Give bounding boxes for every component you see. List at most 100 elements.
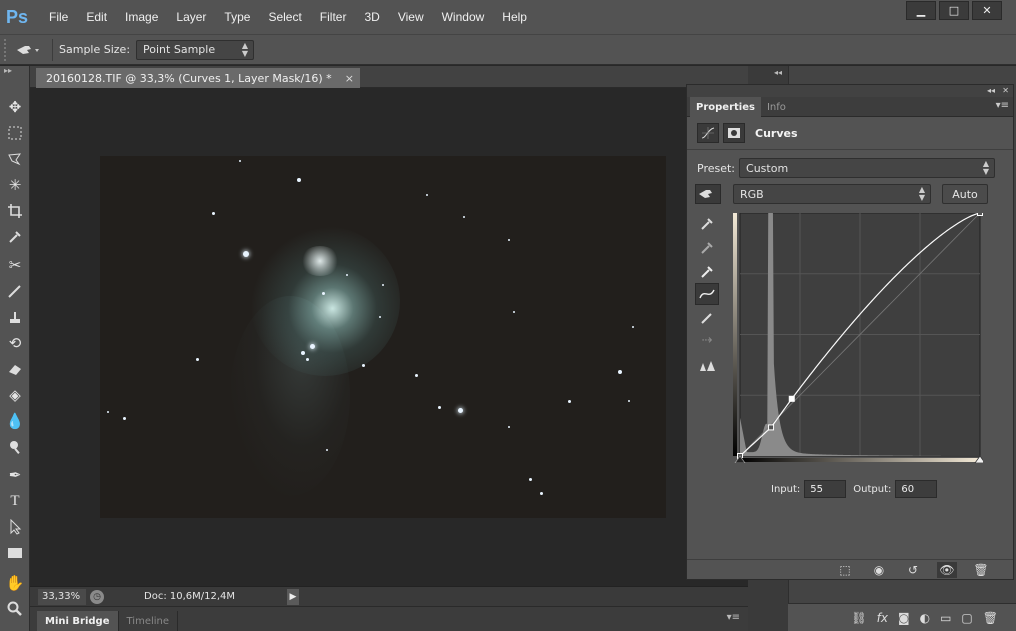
spot-healing-tool-icon[interactable]: ✂ xyxy=(3,254,27,276)
smooth-curve-icon[interactable]: ⇢ xyxy=(695,329,719,351)
reset-adjustment-icon[interactable]: ↺ xyxy=(903,562,923,578)
targeted-adjustment-tool-icon[interactable] xyxy=(695,184,721,204)
properties-divider xyxy=(687,149,1013,150)
status-menu-arrow-icon[interactable]: ▶ xyxy=(287,588,299,605)
curves-svg[interactable] xyxy=(733,210,986,464)
clipping-warning-icon[interactable] xyxy=(695,355,719,377)
photoshop-logo: Ps xyxy=(5,6,29,27)
star xyxy=(362,364,365,367)
menu-file[interactable]: File xyxy=(40,10,77,24)
star xyxy=(415,374,418,377)
panel-collapse-icon[interactable]: ◂◂ xyxy=(987,86,995,95)
rectangular-marquee-tool-icon[interactable] xyxy=(3,122,27,144)
sample-shadows-eyedropper-icon[interactable] xyxy=(695,213,719,235)
layer-mask-icon[interactable] xyxy=(723,123,745,143)
document-tab-bar: 20160128.TIF @ 33,3% (Curves 1, Layer Ma… xyxy=(30,66,748,88)
menu-image[interactable]: Image xyxy=(116,10,167,24)
star xyxy=(297,178,301,182)
properties-footer: ⬚ ◉ ↺ 👁 🗑 xyxy=(687,559,1013,579)
zoom-tool-icon[interactable] xyxy=(3,598,27,620)
dock-collapse-icon[interactable]: ◂◂ xyxy=(774,68,782,77)
tab-timeline[interactable]: Timeline xyxy=(119,611,179,631)
paint-bucket-tool-icon[interactable]: ◈ xyxy=(3,384,27,406)
document-close-icon[interactable]: × xyxy=(345,72,354,85)
status-share-icon[interactable]: ◷ xyxy=(90,589,104,604)
nebula-bright-center xyxy=(300,246,340,276)
clone-stamp-tool-icon[interactable] xyxy=(3,306,27,328)
window-controls: ▁ □ ✕ xyxy=(906,1,1002,20)
star xyxy=(508,426,510,428)
menu-layer[interactable]: Layer xyxy=(167,10,215,24)
delete-layer-icon[interactable]: 🗑 xyxy=(983,611,998,625)
curves-graph[interactable] xyxy=(733,210,986,464)
menu-window[interactable]: Window xyxy=(433,10,494,24)
history-brush-tool-icon[interactable]: ⟲ xyxy=(3,332,27,354)
brush-tool-icon[interactable] xyxy=(3,280,27,302)
properties-menu-icon[interactable]: ▾≡ xyxy=(996,100,1009,111)
new-layer-icon[interactable]: ▢ xyxy=(961,611,972,625)
menu-3d[interactable]: 3D xyxy=(355,10,388,24)
edit-points-curve-icon[interactable] xyxy=(695,283,719,305)
add-mask-icon[interactable]: ◙ xyxy=(898,611,910,625)
star xyxy=(107,411,109,413)
eraser-tool-icon[interactable] xyxy=(3,358,27,380)
bottom-panel-menu-icon[interactable]: ▾≡ xyxy=(727,612,740,623)
curves-adjustment-icon[interactable] xyxy=(697,123,719,143)
tab-info[interactable]: Info xyxy=(761,97,792,117)
menu-filter[interactable]: Filter xyxy=(311,10,356,24)
blur-tool-icon[interactable]: 💧 xyxy=(3,410,27,432)
sample-highlights-eyedropper-icon[interactable] xyxy=(695,261,719,283)
preset-select[interactable]: Custom ▲ ▼ xyxy=(739,158,996,178)
menu-edit[interactable]: Edit xyxy=(77,10,116,24)
document-tab[interactable]: 20160128.TIF @ 33,3% (Curves 1, Layer Ma… xyxy=(36,68,360,88)
layer-style-icon[interactable]: fx xyxy=(877,611,888,625)
menu-select[interactable]: Select xyxy=(259,10,310,24)
path-selection-tool-icon[interactable] xyxy=(3,516,27,538)
tool-preset-picker[interactable] xyxy=(10,39,46,61)
minimize-button[interactable]: ▁ xyxy=(906,1,936,20)
tools-collapse-icon[interactable]: ▸▸ xyxy=(0,66,29,80)
menu-help[interactable]: Help xyxy=(493,10,536,24)
star xyxy=(243,251,249,257)
input-output-row: Input: 55 Output: 60 xyxy=(771,480,944,498)
type-tool-icon[interactable]: T xyxy=(3,490,27,512)
status-bar: 33,33% ◷ Doc: 10,6M/12,4M ▶ xyxy=(30,586,748,606)
dodge-tool-icon[interactable] xyxy=(3,436,27,458)
properties-titlebar[interactable]: ◂◂ ✕ xyxy=(687,85,1013,97)
canvas-area[interactable] xyxy=(30,88,748,586)
auto-button[interactable]: Auto xyxy=(942,184,988,204)
draw-curve-pencil-icon[interactable] xyxy=(695,307,719,329)
channel-select[interactable]: RGB ▲ ▼ xyxy=(733,184,931,204)
maximize-button[interactable]: □ xyxy=(939,1,969,20)
delete-adjustment-icon[interactable]: 🗑 xyxy=(971,562,991,578)
new-group-icon[interactable]: ▭ xyxy=(940,611,951,625)
close-button[interactable]: ✕ xyxy=(972,1,1002,20)
image-canvas[interactable] xyxy=(100,156,666,518)
menu-type[interactable]: Type xyxy=(215,10,259,24)
rectangle-tool-icon[interactable] xyxy=(3,542,27,564)
panel-close-icon[interactable]: ✕ xyxy=(1002,86,1009,95)
sample-size-select[interactable]: Point Sample ▲ ▼ xyxy=(136,39,255,60)
move-tool-icon[interactable]: ✥ xyxy=(3,96,27,118)
zoom-level-field[interactable]: 33,33% xyxy=(38,588,86,605)
pen-tool-icon[interactable]: ✒ xyxy=(3,464,27,486)
view-previous-state-icon[interactable]: ◉ xyxy=(869,562,889,578)
eyedropper-tool-icon[interactable] xyxy=(3,226,27,248)
adjustment-layer-icon[interactable]: ◐ xyxy=(920,611,930,625)
crop-tool-icon[interactable] xyxy=(3,200,27,222)
tab-mini-bridge[interactable]: Mini Bridge xyxy=(37,611,119,631)
input-label: Input: xyxy=(771,483,801,495)
output-field[interactable]: 60 xyxy=(895,480,938,498)
star xyxy=(463,216,465,218)
hand-tool-icon[interactable]: ✋ xyxy=(3,572,27,594)
tab-properties[interactable]: Properties xyxy=(690,97,761,117)
doc-size-info[interactable]: Doc: 10,6M/12,4M xyxy=(144,589,284,605)
input-field[interactable]: 55 xyxy=(804,480,847,498)
link-layers-icon[interactable]: ⛓ xyxy=(851,611,866,625)
magic-wand-tool-icon[interactable]: ✳ xyxy=(3,174,27,196)
clip-to-layer-icon[interactable]: ⬚ xyxy=(835,562,855,578)
lasso-tool-icon[interactable] xyxy=(3,148,27,170)
sample-midtones-eyedropper-icon[interactable] xyxy=(695,237,719,259)
menu-view[interactable]: View xyxy=(389,10,433,24)
toggle-visibility-icon[interactable]: 👁 xyxy=(937,561,957,578)
